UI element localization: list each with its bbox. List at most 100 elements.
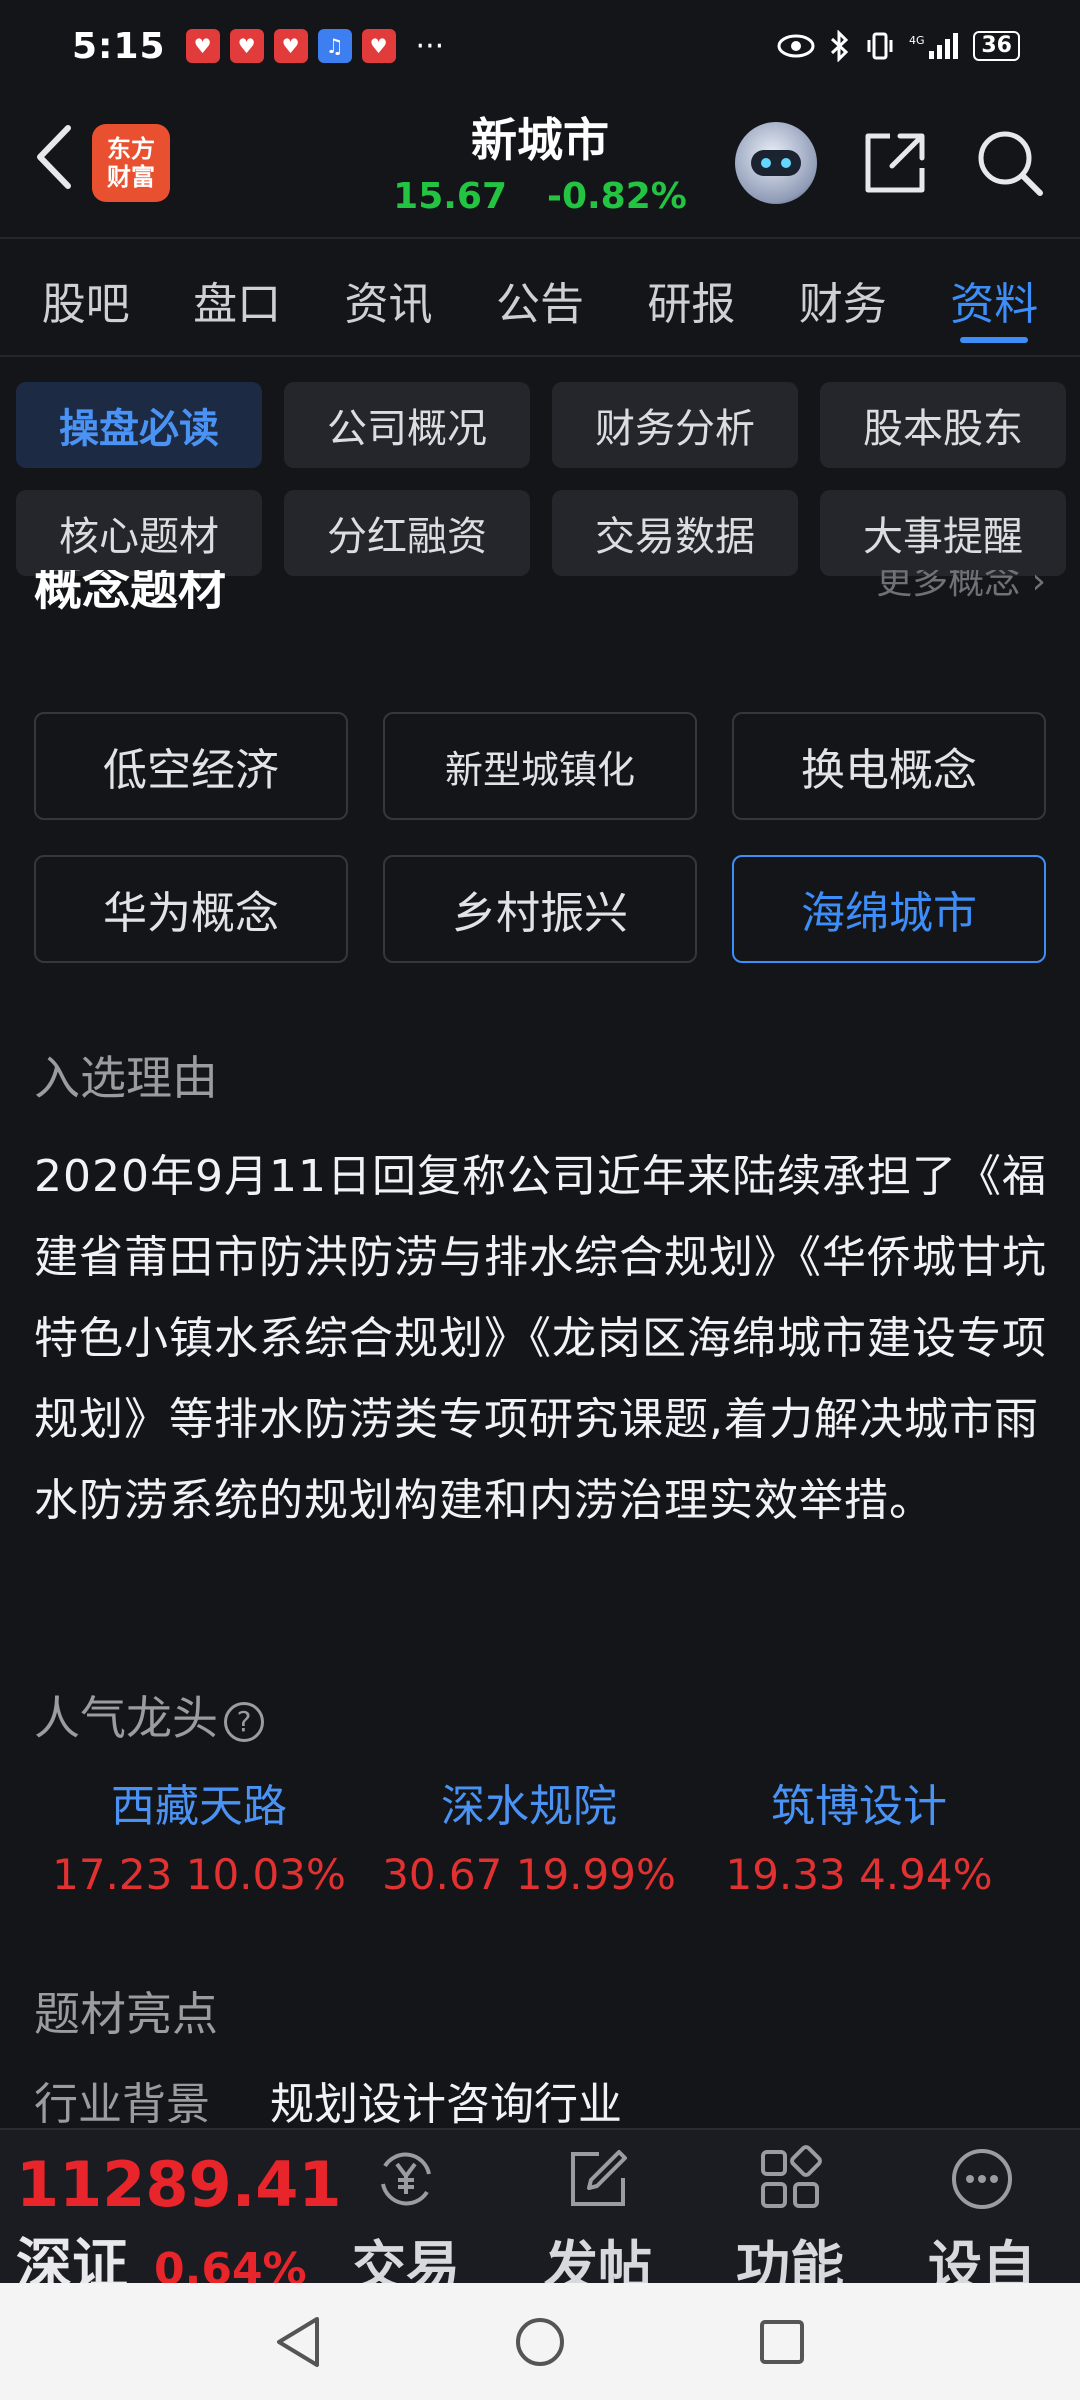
leader-item[interactable]: 西藏天路 17.23 10.03%: [34, 1770, 364, 1899]
back-button[interactable]: [24, 122, 84, 192]
subtab-trading-data[interactable]: 交易数据: [552, 490, 798, 576]
leader-price: 19.33: [725, 1850, 846, 1899]
tab-research[interactable]: 研报: [616, 240, 767, 355]
app-notification-icon: ♥: [361, 29, 396, 63]
nav-watchlist-label: 设自选: [928, 2235, 1036, 2283]
robot-eye: [781, 158, 791, 168]
tabs-divider: [0, 355, 1080, 357]
highlight-row: 行业背景 规划设计咨询行业: [34, 2068, 622, 2132]
subtab-dividends[interactable]: 分红融资: [284, 490, 530, 576]
nav-post[interactable]: 发帖: [518, 2144, 678, 2283]
edit-icon: [571, 2150, 627, 2206]
search-button[interactable]: [975, 128, 1045, 198]
tab-guba[interactable]: 股吧: [10, 240, 161, 355]
grid-icon: [761, 2145, 822, 2208]
price-row: 15.67 -0.82%: [340, 176, 740, 217]
reason-text: 2020年9月11日回复称公司近年来陆续承担了《福建省莆田市防洪防涝与排水综合规…: [34, 1151, 1047, 1526]
share-icon: [865, 133, 925, 193]
subtab-shareholders[interactable]: 股本股东: [820, 382, 1066, 468]
concept-chip-selected[interactable]: 海绵城市: [732, 855, 1046, 963]
nav-functions-label: 功能: [736, 2235, 844, 2283]
leaders-label: 人气龙头: [34, 1691, 218, 1745]
concept-chip[interactable]: 低空经济: [34, 712, 348, 820]
stock-name: 新城市: [471, 113, 609, 167]
index-ticker[interactable]: 11289.41 深证 0.64%: [16, 2150, 342, 2284]
stock-change-percent: -0.82%: [547, 176, 687, 217]
status-indicators: 4G 36: [777, 30, 1020, 62]
logo-line-2: 财富: [107, 163, 155, 191]
subtab-trading-essentials[interactable]: 操盘必读: [16, 382, 262, 468]
tab-finance[interactable]: 财务: [767, 240, 918, 355]
status-time: 5:15: [72, 25, 166, 67]
subtab-core-themes[interactable]: 核心题材: [16, 490, 262, 576]
index-change: 0.64%: [154, 2244, 307, 2283]
eye-icon: [777, 34, 815, 58]
leader-change: 10.03%: [185, 1850, 346, 1899]
nav-functions[interactable]: 功能: [710, 2144, 870, 2283]
chevron-left-icon: [37, 125, 71, 189]
system-home-icon[interactable]: [513, 2315, 567, 2369]
app-logo: 东方 财富: [92, 124, 170, 202]
leader-change: 4.94%: [859, 1850, 993, 1899]
tab-pankou[interactable]: 盘口: [161, 240, 312, 355]
stock-header: 东方 财富 新城市 15.67 -0.82%: [0, 92, 1080, 237]
leader-quote: 17.23 10.03%: [34, 1850, 364, 1899]
leaders-list: 西藏天路 17.23 10.03% 深水规院 30.67 19.99% 筑博设计…: [34, 1770, 1046, 1899]
header-divider: [0, 237, 1080, 239]
ai-assistant-button[interactable]: [735, 122, 817, 204]
leader-price: 30.67: [382, 1850, 503, 1899]
index-name: 深证: [16, 2233, 128, 2283]
nav-trade[interactable]: 交易: [326, 2144, 486, 2283]
tab-news[interactable]: 资讯: [313, 240, 464, 355]
tab-announcements[interactable]: 公告: [464, 240, 615, 355]
system-navigation-bar: [0, 2283, 1080, 2400]
concept-chip[interactable]: 新型城镇化: [383, 712, 697, 820]
leader-change: 19.99%: [515, 1850, 676, 1899]
status-bar: 5:15 ♥ ♥ ♥ ♫ ♥ ··· 4G 36: [0, 0, 1080, 92]
help-icon[interactable]: ?: [224, 1701, 264, 1742]
highlights-label: 题材亮点: [34, 1987, 218, 2041]
leader-item[interactable]: 深水规院 30.67 19.99%: [364, 1770, 694, 1899]
system-recents-icon[interactable]: [757, 2317, 807, 2367]
stock-title-box: 新城市 15.67 -0.82%: [340, 104, 740, 217]
tab-profile[interactable]: 资料: [919, 240, 1070, 355]
robot-face-icon: [751, 150, 801, 176]
concept-grid: 低空经济 新型城镇化 换电概念 华为概念 乡村振兴 海绵城市: [34, 712, 1046, 963]
leaders-label-row: 人气龙头?: [34, 1682, 264, 1748]
leader-name: 西藏天路: [111, 1781, 287, 1832]
leader-item[interactable]: 筑博设计 19.33 4.94%: [694, 1770, 1024, 1899]
stock-price: 15.67: [393, 176, 508, 217]
nav-watchlist[interactable]: 设自选: [902, 2144, 1062, 2283]
leader-quote: 30.67 19.99%: [364, 1850, 694, 1899]
reason-label: 入选理由: [34, 1051, 218, 1105]
vibrate-icon: [867, 32, 893, 60]
concept-chip[interactable]: 华为概念: [34, 855, 348, 963]
yen-exchange-icon: [381, 2152, 431, 2206]
concept-chip[interactable]: 换电概念: [732, 712, 1046, 820]
app-notification-icon: ♥: [273, 29, 308, 63]
subtab-financial-analysis[interactable]: 财务分析: [552, 382, 798, 468]
bluetooth-icon: [831, 30, 849, 62]
highlight-value: 规划设计咨询行业: [270, 2079, 622, 2130]
signal-icon: 4G: [909, 33, 959, 59]
leader-quote: 19.33 4.94%: [694, 1850, 1024, 1899]
subtab-events[interactable]: 大事提醒: [820, 490, 1066, 576]
more-circle-icon: [952, 2149, 1012, 2209]
highlight-key: 行业背景: [34, 2079, 210, 2130]
subtab-company-overview[interactable]: 公司概况: [284, 382, 530, 468]
more-concepts-link[interactable]: 更多概念 ›: [876, 570, 1046, 604]
app-notification-icon: ♥: [229, 29, 264, 63]
nav-post-label: 发帖: [544, 2235, 652, 2283]
concept-section-header: 概念题材 更多概念 ›: [34, 570, 1046, 630]
main-tabs: 股吧 盘口 资讯 公告 研报 财务 资料: [0, 240, 1080, 355]
battery-indicator: 36: [973, 31, 1020, 61]
logo-line-1: 东方: [107, 135, 155, 163]
concept-chip[interactable]: 乡村振兴: [383, 855, 697, 963]
app-notification-icon: ♥: [185, 29, 220, 63]
notification-icons: ♥ ♥ ♥ ♫ ♥ ···: [185, 29, 444, 64]
share-button[interactable]: [860, 128, 930, 198]
bottom-bar: 11289.41 深证 0.64% 交易 发帖 功能 设自选: [0, 2128, 1080, 2283]
system-back-icon[interactable]: [273, 2315, 323, 2369]
concept-section-title: 概念题材: [34, 570, 227, 616]
leader-name: 深水规院: [441, 1781, 617, 1832]
